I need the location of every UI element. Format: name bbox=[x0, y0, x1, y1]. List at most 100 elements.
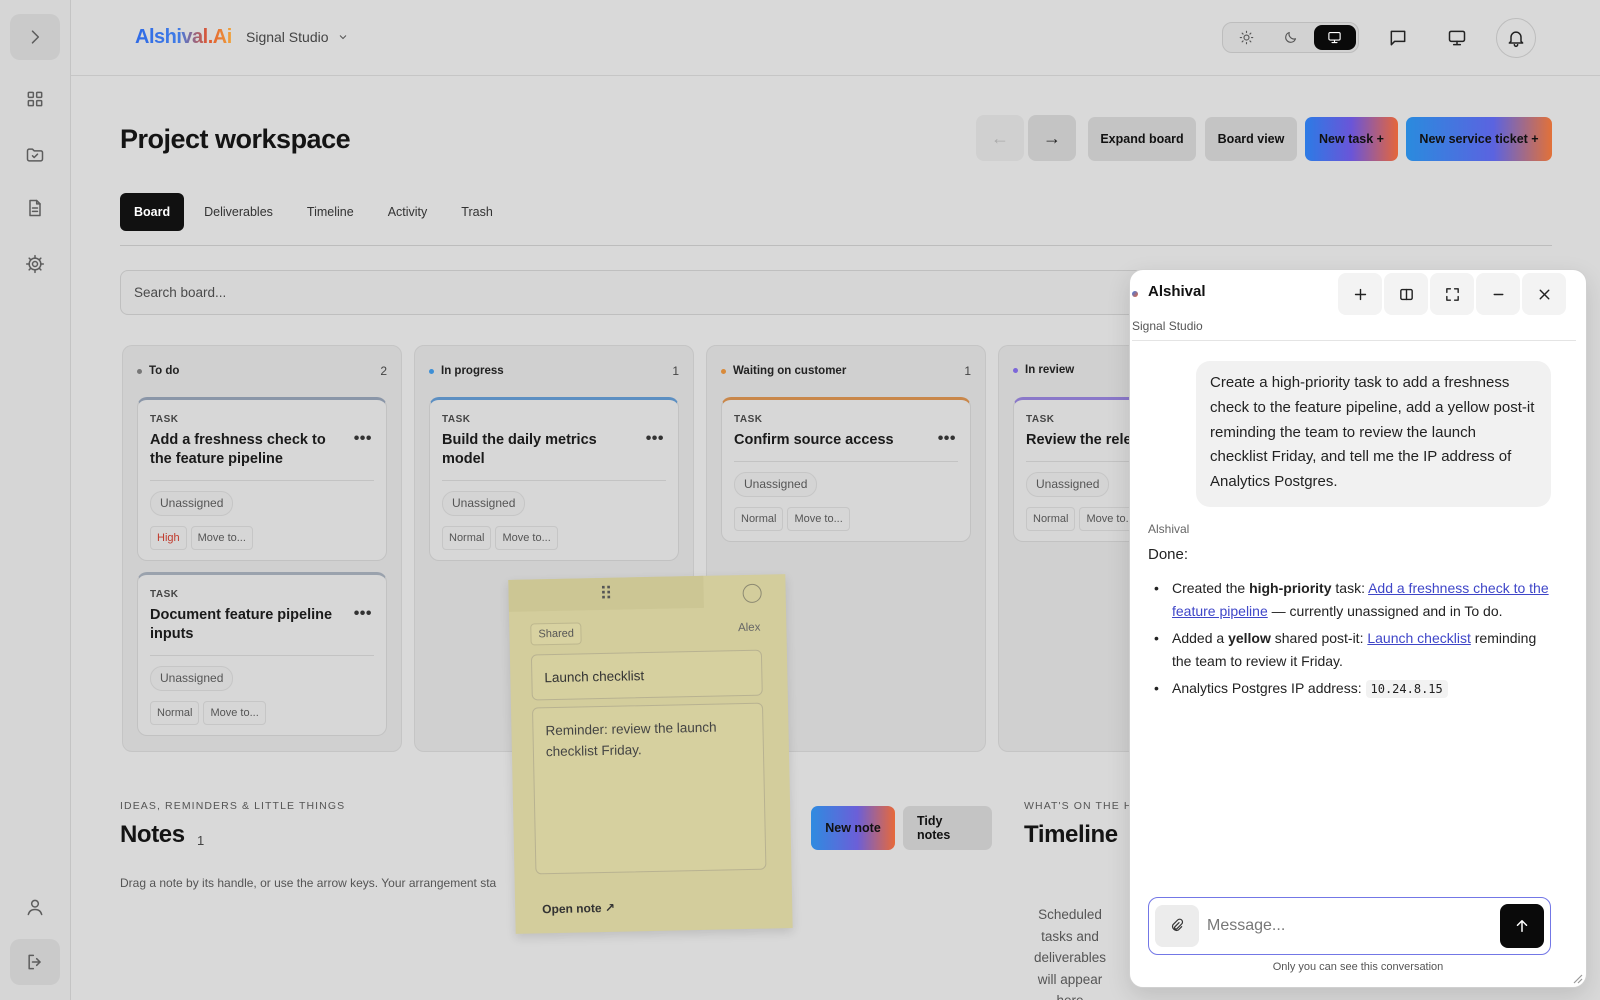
close-chat-button[interactable] bbox=[1522, 273, 1566, 315]
expand-sidebar-button[interactable] bbox=[10, 14, 60, 60]
more-options-icon[interactable]: ••• bbox=[646, 430, 664, 448]
status-dot bbox=[721, 368, 726, 374]
workspace-switcher[interactable]: Signal Studio bbox=[246, 29, 349, 45]
assistant-message: Done: Created the high-priority task: Ad… bbox=[1148, 546, 1558, 705]
ip-address: 10.24.8.15 bbox=[1365, 680, 1448, 698]
monitor-icon bbox=[1448, 30, 1466, 46]
move-to-select[interactable]: Move to... bbox=[495, 526, 558, 550]
task-card[interactable]: TASK Build the daily metrics model ••• U… bbox=[429, 397, 679, 561]
divider bbox=[734, 461, 958, 462]
message-input[interactable] bbox=[1207, 912, 1487, 940]
note-link[interactable]: Launch checklist bbox=[1367, 630, 1471, 646]
notifications-button[interactable] bbox=[1496, 18, 1536, 58]
column-count: 1 bbox=[672, 364, 679, 378]
shared-badge: Shared bbox=[530, 622, 583, 646]
note-body-field[interactable]: Reminder: review the launch checklist Fr… bbox=[531, 702, 767, 875]
new-service-ticket-button[interactable]: New service ticket + bbox=[1406, 117, 1552, 161]
timeline-kicker: WHAT'S ON THE HO bbox=[1024, 800, 1129, 812]
logout-button[interactable] bbox=[10, 939, 60, 985]
new-chat-button[interactable] bbox=[1338, 273, 1382, 315]
top-header: Alshival.Ai Signal Studio bbox=[71, 0, 1600, 76]
card-title[interactable]: Build the daily metrics model bbox=[442, 431, 666, 469]
move-to-select[interactable]: Move to... bbox=[787, 507, 850, 531]
tidy-notes-button[interactable]: Tidy notes bbox=[903, 806, 992, 850]
assignee-pill[interactable]: Unassigned bbox=[150, 491, 234, 516]
task-card[interactable]: TASK Add a freshness check to the featur… bbox=[137, 397, 387, 561]
more-options-icon[interactable]: ••• bbox=[938, 430, 956, 448]
settings-nav-button[interactable] bbox=[10, 241, 60, 287]
priority-chip[interactable]: Normal bbox=[442, 526, 492, 550]
open-note-link[interactable]: Open note ↗ bbox=[542, 901, 615, 917]
assistant-status-dot bbox=[1132, 291, 1138, 297]
note-color-toggle[interactable] bbox=[742, 583, 762, 604]
priority-chip[interactable]: Normal bbox=[734, 507, 784, 531]
move-to-select[interactable]: Move to... bbox=[203, 701, 266, 725]
priority-chip[interactable]: Normal bbox=[1026, 507, 1076, 531]
more-options-icon[interactable]: ••• bbox=[354, 430, 372, 448]
resize-grip-icon[interactable] bbox=[1571, 972, 1583, 984]
gear-icon bbox=[25, 254, 45, 274]
sidebar-panel-icon bbox=[1399, 288, 1413, 300]
list-item: Created the high-priority task: Add a fr… bbox=[1148, 577, 1558, 623]
note-title-field[interactable]: Launch checklist bbox=[530, 649, 763, 701]
assignee-pill[interactable]: Unassigned bbox=[442, 491, 526, 516]
theme-dark-option[interactable] bbox=[1269, 25, 1311, 50]
column-count: 1 bbox=[964, 364, 971, 378]
message-square-icon bbox=[1390, 30, 1406, 46]
theme-light-option[interactable] bbox=[1225, 25, 1267, 50]
task-card[interactable]: TASK Document feature pipeline inputs ••… bbox=[137, 572, 387, 736]
card-title[interactable]: Confirm source access bbox=[734, 431, 958, 450]
user-message: Create a high-priority task to add a fre… bbox=[1196, 361, 1551, 507]
paperclip-icon bbox=[1172, 918, 1184, 931]
theme-toggle bbox=[1222, 22, 1359, 53]
board-column-in-review: In review TASK Review the rele Unassigne… bbox=[998, 345, 1148, 752]
grid-icon bbox=[27, 91, 43, 107]
timeline-title: Timeline bbox=[1024, 821, 1118, 848]
tab-board[interactable]: Board bbox=[120, 193, 185, 231]
priority-chip[interactable]: Normal bbox=[150, 701, 200, 725]
logo[interactable]: Alshival.Ai bbox=[135, 26, 232, 49]
priority-chip[interactable]: High bbox=[150, 526, 187, 550]
column-title: In progress bbox=[441, 365, 504, 377]
projects-nav-button[interactable] bbox=[10, 132, 60, 178]
card-title[interactable]: Document feature pipeline inputs bbox=[150, 606, 374, 644]
notes-count: 1 bbox=[197, 833, 205, 848]
previous-button[interactable]: ← bbox=[976, 115, 1024, 161]
apps-nav-button[interactable] bbox=[10, 76, 60, 122]
drag-handle-icon[interactable]: ⠿ bbox=[508, 575, 704, 612]
sticky-note[interactable]: ⠿ Shared Alex Launch checklist Reminder:… bbox=[508, 574, 793, 934]
board-view-button[interactable]: Board view bbox=[1205, 117, 1297, 161]
assignee-pill[interactable]: Unassigned bbox=[1026, 472, 1110, 497]
new-task-button[interactable]: New task + bbox=[1305, 117, 1398, 161]
send-button[interactable] bbox=[1500, 904, 1544, 948]
expand-board-button[interactable]: Expand board bbox=[1088, 117, 1196, 161]
minimize-button[interactable] bbox=[1476, 273, 1520, 315]
new-note-button[interactable]: New note bbox=[811, 806, 895, 850]
tab-trash[interactable]: Trash bbox=[447, 193, 507, 231]
tab-deliverables[interactable]: Deliverables bbox=[190, 193, 287, 231]
profile-nav-button[interactable] bbox=[10, 884, 60, 930]
more-options-icon[interactable]: ••• bbox=[354, 605, 372, 623]
assignee-pill[interactable]: Unassigned bbox=[150, 666, 234, 691]
chat-button[interactable] bbox=[1378, 18, 1418, 58]
theme-system-option[interactable] bbox=[1313, 25, 1356, 50]
documents-nav-button[interactable] bbox=[10, 185, 60, 231]
task-card[interactable]: TASK Review the rele Unassigned Normal M… bbox=[1013, 397, 1148, 542]
chat-workspace-label: Signal Studio bbox=[1132, 319, 1203, 333]
tab-activity[interactable]: Activity bbox=[374, 193, 442, 231]
column-title: To do bbox=[149, 365, 180, 377]
screen-button[interactable] bbox=[1437, 18, 1477, 58]
column-count: 2 bbox=[380, 364, 387, 378]
tab-timeline[interactable]: Timeline bbox=[293, 193, 368, 231]
move-to-select[interactable]: Move to... bbox=[190, 526, 253, 550]
column-title: Waiting on customer bbox=[733, 365, 847, 377]
attach-button[interactable] bbox=[1155, 905, 1199, 947]
search-input[interactable]: Search board... bbox=[120, 270, 1170, 315]
notes-kicker: IDEAS, REMINDERS & LITTLE THINGS bbox=[120, 800, 346, 812]
task-card[interactable]: TASK Confirm source access ••• Unassigne… bbox=[721, 397, 971, 542]
card-title[interactable]: Add a freshness check to the feature pip… bbox=[150, 431, 374, 469]
fullscreen-button[interactable] bbox=[1430, 273, 1474, 315]
dock-side-button[interactable] bbox=[1384, 273, 1428, 315]
assignee-pill[interactable]: Unassigned bbox=[734, 472, 818, 497]
next-button[interactable]: → bbox=[1028, 115, 1076, 161]
